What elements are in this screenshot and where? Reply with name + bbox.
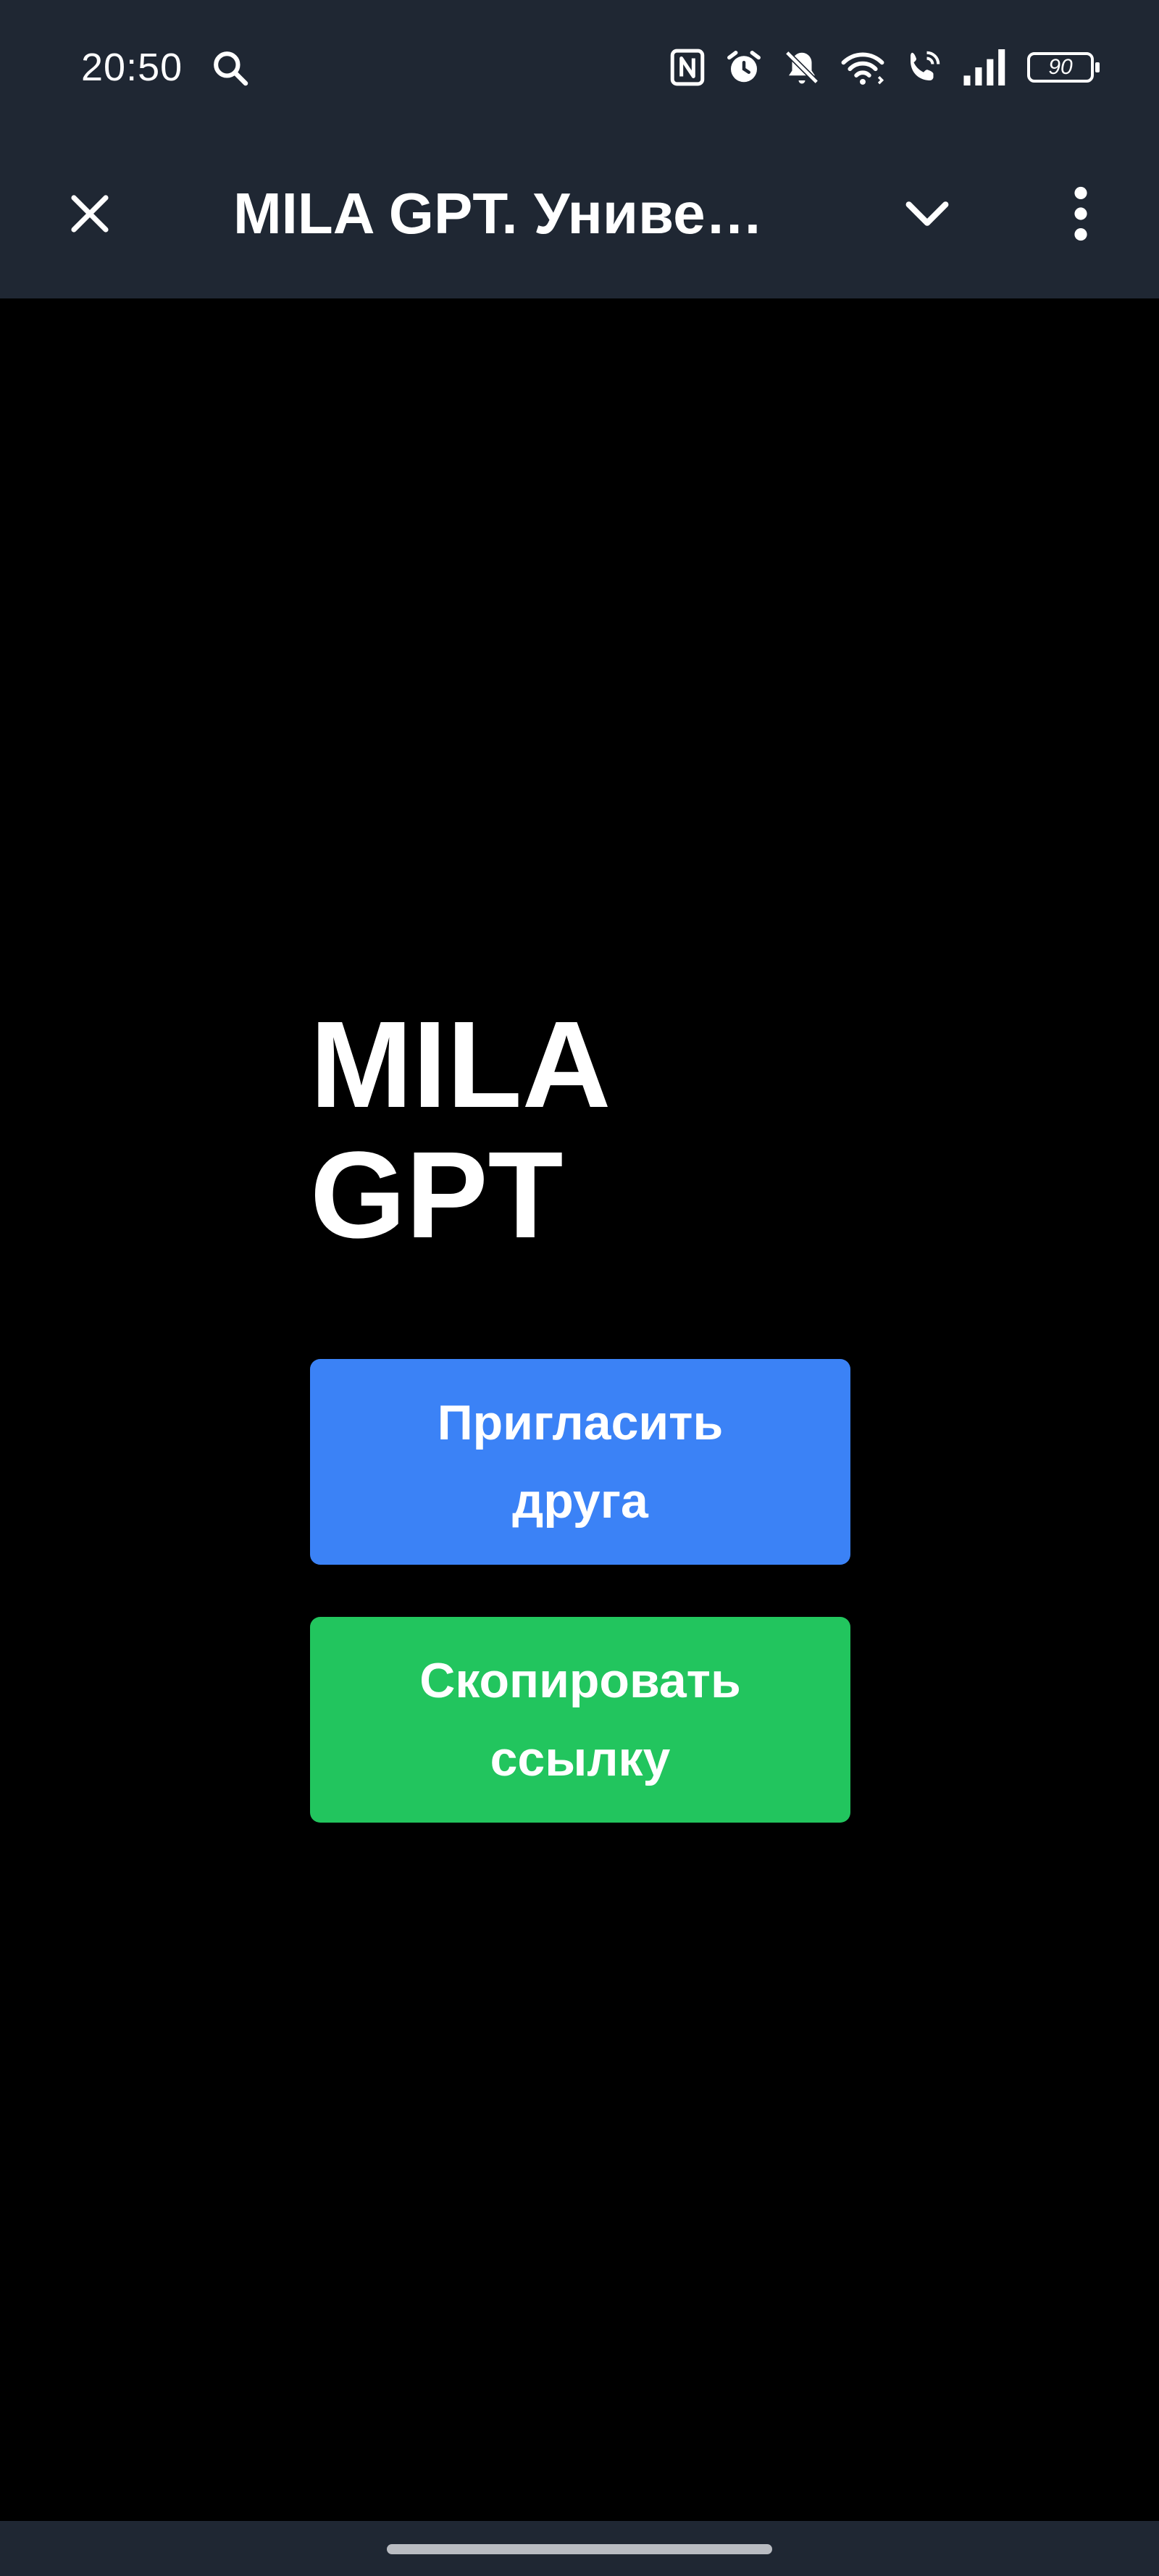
mute-icon: [782, 48, 821, 87]
status-time: 20:50: [81, 46, 183, 89]
copy-link-button[interactable]: Скопировать ссылку: [310, 1617, 850, 1823]
search-icon: [210, 48, 251, 88]
app-title: MILA GPT. Униве…: [233, 181, 763, 246]
invite-friend-button[interactable]: Пригласить друга: [310, 1359, 850, 1565]
more-vert-icon[interactable]: [1052, 177, 1110, 250]
wifi-call-icon: [904, 48, 943, 87]
battery-icon: 90: [1027, 52, 1100, 83]
signal-icon: [962, 49, 1008, 85]
close-icon[interactable]: [61, 185, 119, 243]
status-icons: 90: [669, 42, 1100, 93]
wifi-icon: [840, 48, 885, 87]
status-bar: 20:50 90: [0, 0, 1159, 134]
nfc-icon: [669, 48, 706, 87]
screen: 20:50 90 MILA GPT. Униве… MILA GPT Пригл…: [0, 0, 1159, 2576]
app-bar: MILA GPT. Униве…: [0, 134, 1159, 298]
alarm-icon: [724, 48, 763, 87]
chevron-down-icon[interactable]: [898, 185, 956, 243]
battery-level: 90: [1048, 55, 1073, 79]
gesture-handle[interactable]: [387, 2544, 772, 2554]
brand-title: MILA GPT: [310, 996, 611, 1264]
navigation-bar: [0, 2521, 1159, 2576]
